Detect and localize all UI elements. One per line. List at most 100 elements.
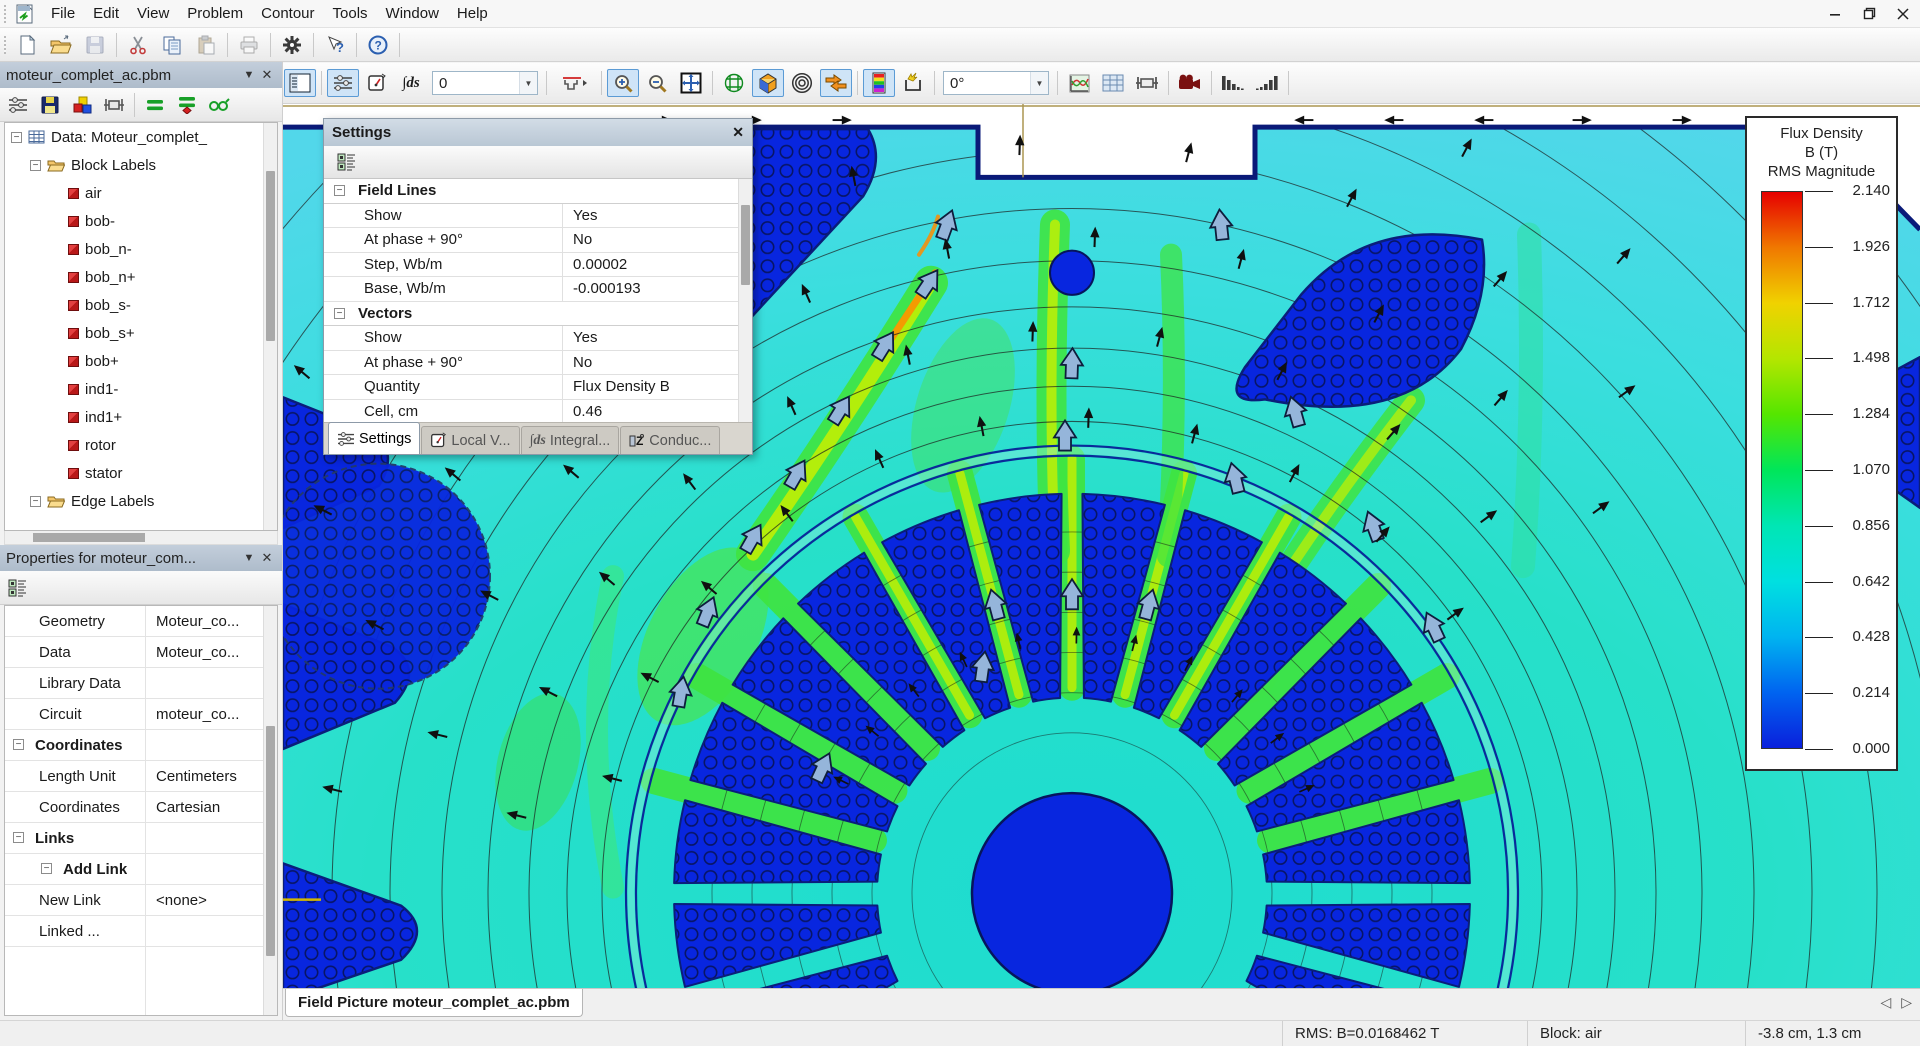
- open-file-button[interactable]: [45, 31, 77, 59]
- close-button[interactable]: [1886, 1, 1920, 27]
- categorized-view-icon[interactable]: [331, 148, 363, 176]
- tree-item-block-labels[interactable]: −Block Labels: [5, 151, 263, 179]
- tree-item-air[interactable]: air: [5, 179, 263, 207]
- section-collapse-icon[interactable]: −: [13, 739, 24, 750]
- display-options-icon[interactable]: [3, 92, 33, 118]
- row-value[interactable]: Cartesian: [145, 792, 263, 822]
- toolbar-grip[interactable]: [2, 5, 10, 23]
- probe-button[interactable]: [897, 69, 929, 97]
- section-collapse-icon[interactable]: −: [334, 308, 345, 319]
- property-row-geometry[interactable]: GeometryMoteur_co...: [5, 606, 263, 637]
- panel-close-icon[interactable]: ✕: [258, 67, 276, 83]
- phase-combo[interactable]: 0° ▼: [943, 71, 1049, 95]
- menu-item-help[interactable]: Help: [448, 2, 497, 25]
- context-help-button[interactable]: ?: [319, 31, 351, 59]
- combo-dropdown-icon[interactable]: ▼: [519, 72, 537, 94]
- save-button[interactable]: [79, 31, 111, 59]
- new-file-button[interactable]: [11, 31, 43, 59]
- tree-item-edge-labels[interactable]: −Edge Labels: [5, 487, 263, 515]
- row-value[interactable]: Yes: [562, 326, 738, 350]
- tree-item-bob-n-[interactable]: bob_n-: [5, 235, 263, 263]
- tree-expander-icon[interactable]: −: [30, 496, 41, 507]
- property-row-length-unit[interactable]: Length UnitCentimeters: [5, 761, 263, 792]
- tree-item-ind1-[interactable]: ind1-: [5, 375, 263, 403]
- section-collapse-icon[interactable]: −: [13, 832, 24, 843]
- row-value[interactable]: -0.000193: [562, 277, 738, 301]
- density-plot-button[interactable]: [752, 69, 784, 97]
- paste-button[interactable]: [190, 31, 222, 59]
- panel-close-icon[interactable]: ✕: [258, 550, 276, 566]
- row-value[interactable]: 0.00002: [562, 253, 738, 277]
- property-row-quantity[interactable]: QuantityFlux Density B: [324, 375, 738, 400]
- row-value[interactable]: No: [562, 228, 738, 252]
- section-collapse-icon[interactable]: −: [41, 863, 52, 874]
- contour-plot-button[interactable]: [786, 69, 818, 97]
- section-vectors[interactable]: −Vectors: [324, 302, 738, 327]
- zoom-in-button[interactable]: [607, 69, 639, 97]
- save-data-icon[interactable]: [35, 92, 65, 118]
- section-coordinates[interactable]: −Coordinates: [5, 730, 263, 761]
- section-field-lines[interactable]: −Field Lines: [324, 179, 738, 204]
- menu-item-problem[interactable]: Problem: [178, 2, 252, 25]
- row-value[interactable]: Centimeters: [145, 761, 263, 791]
- tree-expander-icon[interactable]: −: [11, 132, 22, 143]
- row-value[interactable]: 0.46: [562, 400, 738, 423]
- copy-button[interactable]: [156, 31, 188, 59]
- row-value[interactable]: Moteur_co...: [145, 637, 263, 667]
- property-row-data[interactable]: DataMoteur_co...: [5, 637, 263, 668]
- document-tab-active[interactable]: Field Picture moteur_complet_ac.pbm: [285, 989, 583, 1017]
- section-links[interactable]: −Links: [5, 823, 263, 854]
- property-row-show[interactable]: ShowYes: [324, 326, 738, 351]
- local-values-button[interactable]: [361, 69, 393, 97]
- circuit-results-button[interactable]: [1131, 69, 1163, 97]
- property-row-new-link[interactable]: New Link<none>: [5, 885, 263, 916]
- info-panel-toggle[interactable]: [284, 69, 316, 97]
- row-value[interactable]: Flux Density B: [562, 375, 738, 399]
- property-row-at-phase-90-[interactable]: At phase + 90°No: [324, 351, 738, 376]
- menu-item-contour[interactable]: Contour: [252, 2, 323, 25]
- row-value[interactable]: Yes: [562, 204, 738, 228]
- tree-item-ind1+[interactable]: ind1+: [5, 403, 263, 431]
- tree-vertical-scrollbar[interactable]: [263, 123, 277, 530]
- tree-item-bob+[interactable]: bob+: [5, 347, 263, 375]
- settings-dialog-titlebar[interactable]: Settings ✕: [324, 119, 752, 146]
- harmonics-asc-button[interactable]: [1251, 69, 1283, 97]
- row-value[interactable]: <none>: [145, 885, 263, 915]
- settings-dialog[interactable]: Settings ✕ −Field LinesShowYesAt phase +…: [323, 118, 753, 455]
- tab-prev-icon[interactable]: ◁: [1880, 994, 1891, 1011]
- property-row-coordinates[interactable]: CoordinatesCartesian: [5, 792, 263, 823]
- zoom-out-button[interactable]: [641, 69, 673, 97]
- tree-item-bob-[interactable]: bob-: [5, 207, 263, 235]
- menu-item-window[interactable]: Window: [377, 2, 448, 25]
- menu-item-tools[interactable]: Tools: [324, 2, 377, 25]
- results-tab-settings[interactable]: Settings: [328, 422, 420, 454]
- toolbar-grip[interactable]: [2, 36, 10, 54]
- row-value[interactable]: [145, 668, 263, 698]
- panel-menu-icon[interactable]: ▼: [240, 552, 258, 564]
- row-value[interactable]: [145, 916, 263, 946]
- minimize-button[interactable]: [1818, 1, 1852, 27]
- xy-plot-button[interactable]: [1063, 69, 1095, 97]
- row-value[interactable]: moteur_co...: [145, 699, 263, 729]
- property-row-cell-cm[interactable]: Cell, cm0.46: [324, 400, 738, 423]
- property-row-show[interactable]: ShowYes: [324, 204, 738, 229]
- property-row-linked-[interactable]: Linked ...: [5, 916, 263, 947]
- materials-icon[interactable]: [67, 92, 97, 118]
- section-add-link[interactable]: −Add Link: [5, 854, 263, 885]
- circuit-props-icon[interactable]: [99, 92, 129, 118]
- search-values-icon[interactable]: [204, 92, 234, 118]
- contour-level-combo[interactable]: 0 ▼: [432, 71, 538, 95]
- animation-button[interactable]: [1174, 69, 1206, 97]
- settings-panel-button[interactable]: [327, 69, 359, 97]
- results-tab-local-v-[interactable]: Local V...: [421, 426, 519, 454]
- menu-item-edit[interactable]: Edit: [84, 2, 128, 25]
- dialog-close-icon[interactable]: ✕: [732, 124, 744, 141]
- zoom-extents-button[interactable]: [675, 69, 707, 97]
- property-row-base-wb-m[interactable]: Base, Wb/m-0.000193: [324, 277, 738, 302]
- equals-icon[interactable]: [140, 92, 170, 118]
- results-tab-integral-[interactable]: ∫dsIntegral...: [521, 426, 620, 454]
- row-value[interactable]: No: [562, 351, 738, 375]
- panel-menu-icon[interactable]: ▼: [240, 69, 258, 81]
- tree-item-rotor[interactable]: rotor: [5, 431, 263, 459]
- menu-item-file[interactable]: File: [42, 2, 84, 25]
